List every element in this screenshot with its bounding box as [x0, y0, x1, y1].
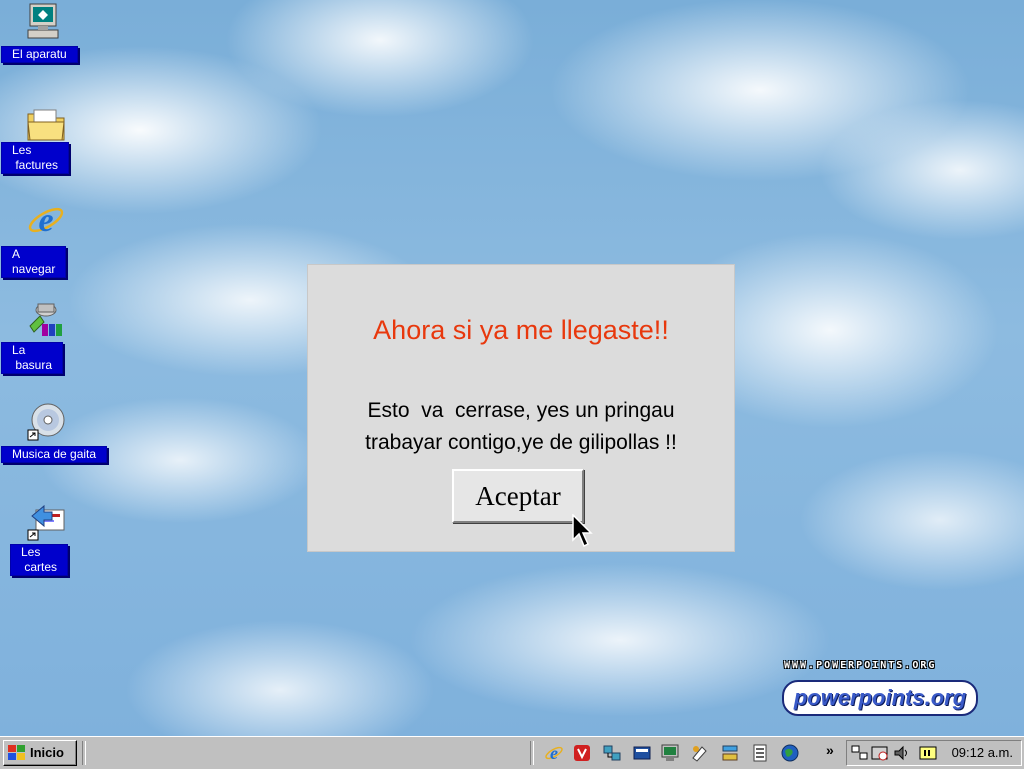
desktop-icon-label: Les factures	[1, 142, 70, 174]
dialog-message-line-2: trabayar contigo,ye de gilipollas !!	[365, 431, 677, 454]
internet-explorer-icon[interactable]: e	[544, 743, 564, 763]
network-tray-icon[interactable]	[851, 744, 869, 762]
desktop-icon-label: Les cartes	[10, 544, 69, 576]
desktop-icon-label: La basura	[1, 342, 64, 374]
network-icon[interactable]	[602, 743, 622, 763]
desktop-icon-label: El aparatu	[1, 46, 78, 63]
taskbar-separator	[82, 741, 86, 765]
powerpoints-watermark: WWW.POWERPOINTS.ORG powerpoints.org	[780, 660, 980, 720]
dialog-message: Esto va cerrase, yes un pringau trabayar…	[308, 395, 734, 459]
dialog-title: Ahora si ya me llegaste!!	[373, 315, 669, 345]
taskbar-separator	[530, 741, 534, 765]
start-button[interactable]: Inicio	[3, 740, 77, 766]
mail-icon	[27, 504, 65, 541]
message-dialog: Ahora si ya me llegaste!! Esto va cerras…	[307, 264, 735, 552]
document-icon[interactable]	[750, 743, 770, 763]
desktop-icon-label: A navegar	[1, 246, 67, 278]
settings-icon[interactable]	[720, 743, 740, 763]
volume-icon[interactable]	[893, 744, 911, 762]
cd-audio-icon	[27, 403, 65, 441]
desktop-icon-musica-de-gaita[interactable]: Musica de gaita	[0, 398, 120, 478]
windows-flag-icon	[8, 745, 25, 760]
svg-text:e: e	[550, 743, 558, 763]
recycle-bin-icon	[29, 303, 62, 336]
watermark-logo: powerpoints.org	[782, 680, 978, 716]
aceptar-button[interactable]: Aceptar	[452, 469, 584, 523]
monitor-icon[interactable]	[660, 743, 680, 763]
quick-launch-overflow-button[interactable]: »	[826, 742, 834, 758]
desktop-icon-a-navegar[interactable]: e A navegar	[0, 198, 92, 290]
scheduler-tray-icon[interactable]	[871, 744, 889, 762]
desktop-icon-les-cartes[interactable]: Les cartes	[0, 500, 100, 590]
desktop: El aparatu Les factures e A navegar La b…	[0, 0, 1024, 736]
system-tray: 09:12 a.m.	[846, 740, 1022, 766]
keyboard-tray-icon[interactable]	[919, 744, 937, 762]
start-label: Inicio	[30, 745, 64, 760]
desktop-icon-el-aparatu[interactable]: El aparatu	[0, 0, 90, 72]
desktop-icon-label: Musica de gaita	[1, 446, 108, 463]
internet-explorer-icon: e	[28, 202, 64, 239]
dialog-message-line-1: Esto va cerrase, yes un pringau	[367, 399, 675, 422]
desktop-icon-la-basura[interactable]: La basura	[0, 296, 108, 388]
globe-icon[interactable]	[780, 743, 800, 763]
folder-icon	[27, 109, 65, 141]
acrobat-icon[interactable]	[572, 743, 592, 763]
svg-text:e: e	[38, 202, 53, 239]
watermark-url: WWW.POWERPOINTS.ORG	[784, 660, 937, 671]
my-computer-icon	[27, 3, 59, 39]
desktop-icon-les-factures[interactable]: Les factures	[0, 100, 100, 186]
paint-icon[interactable]	[690, 743, 710, 763]
taskbar: Inicio e » 09:12 a.m.	[0, 736, 1024, 769]
taskbar-clock[interactable]: 09:12 a.m.	[952, 745, 1013, 760]
mouse-cursor-icon	[572, 514, 593, 548]
outlook-icon[interactable]	[632, 743, 652, 763]
